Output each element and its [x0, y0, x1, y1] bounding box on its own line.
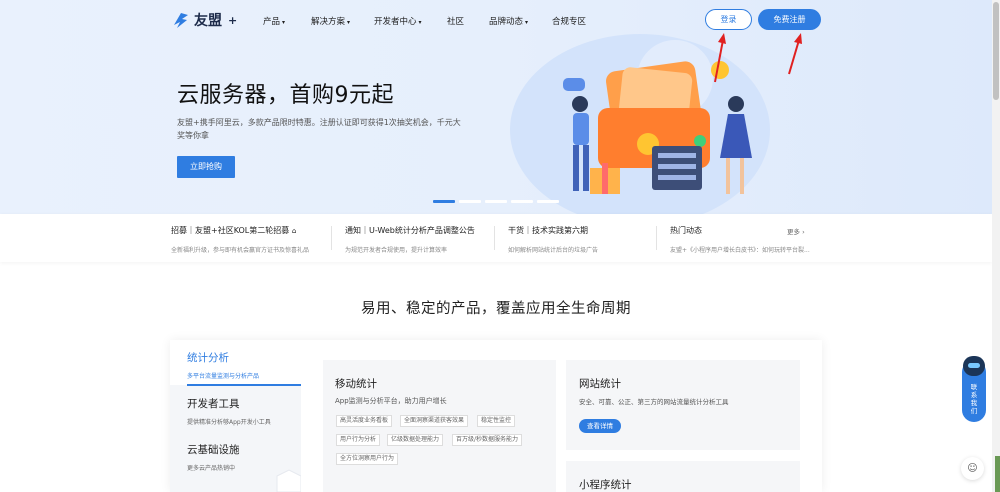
news-subtitle: 全新福利升级，参与即有机会赢官方证书及惊喜礼品 — [171, 247, 310, 254]
robot-icon — [963, 356, 985, 376]
logo-icon — [174, 13, 188, 28]
nav-item-label: 社区 — [447, 17, 465, 27]
login-button[interactable]: 登录 — [705, 9, 752, 30]
tab-subtitle: 多平台流量监测与分析产品 — [187, 373, 260, 380]
caret-down-icon: ▾ — [525, 19, 529, 26]
logo-plus: + — [228, 13, 238, 27]
news-title: 通知｜U-Web统计分析产品调整公告 — [345, 226, 475, 235]
feature-tag: 百万级/秒数据服务能力 — [452, 434, 523, 446]
cube-icon — [276, 469, 301, 492]
divider — [656, 226, 657, 250]
tab-title: 统计分析 — [187, 352, 229, 364]
card-description: App监测与分析平台，助力用户增长 — [335, 397, 447, 405]
tab-statistics[interactable]: 统计分析 多平台流量监测与分析产品 — [170, 340, 301, 386]
hero-banner: 友盟 + 产品 ▾ 解决方案 ▾ 开发者中心 ▾ 社区 品牌动态 ▾ 合规专区 登录 免… — [0, 0, 992, 214]
carousel-dot[interactable] — [433, 200, 455, 203]
tab-underline — [187, 384, 301, 386]
caret-down-icon: ▾ — [282, 19, 286, 26]
logo-text: 友盟 — [194, 13, 222, 29]
contact-label: 联系我们 — [970, 383, 978, 415]
news-item[interactable]: 招募｜友盟+社区KOL第二轮招募 ⌂ 全新福利升级，参与即有机会赢官方证书及惊喜… — [171, 225, 309, 254]
feature-tag: 亿级数据处理能力 — [387, 434, 444, 446]
lock-icon: ⌂ — [291, 227, 297, 235]
card-title: 移动统计 — [335, 378, 377, 390]
news-item[interactable]: 通知｜U-Web统计分析产品调整公告 为规范开发者合规使用，提升计算效率 — [345, 225, 475, 254]
tab-title: 开发者工具 — [187, 398, 240, 410]
view-details-button[interactable]: 查看详情 — [579, 419, 621, 433]
nav-item-brand-news[interactable]: 品牌动态 ▾ — [489, 15, 528, 27]
hero-description: 友盟+携手阿里云，多款产品限时特惠。注册认证即可获得1次抽奖机会，千元大奖等你拿 — [177, 118, 461, 140]
hero-title: 云服务器，首购9元起 — [177, 83, 394, 108]
more-link[interactable]: 更多 › — [787, 226, 805, 236]
chat-icon[interactable]: ☺ — [961, 457, 984, 480]
carousel-indicators — [433, 200, 559, 203]
product-card-miniprogram[interactable]: 小程序统计 — [566, 461, 800, 492]
nav-item-products[interactable]: 产品 ▾ — [263, 15, 285, 27]
red-arrow-icon — [788, 33, 802, 75]
logo[interactable]: 友盟 + — [172, 10, 237, 30]
feature-tag: 全方位洞察用户行为 — [336, 453, 399, 465]
news-subtitle: 友盟+《小程序用户增长白皮书》：如何玩转平台裂... — [670, 247, 810, 254]
feature-tag: 全面洞察渠道获客效果 — [400, 415, 469, 427]
news-subtitle: 如何解析网站统计后台的垃圾广告 — [508, 247, 599, 254]
buy-now-button[interactable]: 立即抢购 — [177, 156, 235, 178]
scrollbar[interactable] — [992, 0, 1000, 492]
product-card-mobile[interactable]: 移动统计 App监测与分析平台，助力用户增长 高灵活度业务看板 全面洞察渠道获客… — [323, 360, 556, 492]
nav-item-label: 品牌动态 — [489, 17, 524, 27]
nav-item-developer-center[interactable]: 开发者中心 ▾ — [374, 15, 422, 27]
news-item[interactable]: 干货｜技术实践第六期 如何解析网站统计后台的垃圾广告 — [508, 225, 598, 254]
register-button[interactable]: 免费注册 — [758, 9, 821, 30]
news-title: 干货｜技术实践第六期 — [508, 226, 588, 235]
tab-title: 云基础设施 — [187, 444, 240, 456]
nav-item-compliance[interactable]: 合规专区 — [552, 15, 586, 27]
tab-subtitle: 提供精准分析够App开发小工具 — [187, 419, 271, 426]
nav-item-solutions[interactable]: 解决方案 ▾ — [311, 15, 350, 27]
card-description: 安全、可靠、公正、第三方的网站流量统计分析工具 — [579, 398, 729, 406]
card-title: 小程序统计 — [579, 479, 632, 491]
carousel-dot[interactable] — [485, 200, 507, 203]
card-title: 网站统计 — [579, 378, 621, 390]
feature-tag: 稳定性监控 — [477, 415, 516, 427]
caret-down-icon: ▾ — [347, 19, 351, 26]
divider — [331, 226, 332, 250]
scroll-indicator — [995, 456, 1000, 492]
nav-item-label: 解决方案 — [311, 17, 346, 27]
carousel-dot[interactable] — [537, 200, 559, 203]
scrollbar-thumb[interactable] — [993, 2, 999, 100]
nav-item-label: 开发者中心 — [374, 17, 417, 27]
feature-tag: 用户行为分析 — [336, 434, 381, 446]
tab-developer-tools[interactable]: 开发者工具 提供精准分析够App开发小工具 — [170, 396, 301, 426]
news-bar: 招募｜友盟+社区KOL第二轮招募 ⌂ 全新福利升级，参与即有机会赢官方证书及惊喜… — [0, 214, 992, 262]
news-title: 招募｜友盟+社区KOL第二轮招募 ⌂ — [171, 226, 297, 235]
nav-item-label: 产品 — [263, 17, 281, 27]
red-arrow-icon — [714, 33, 726, 83]
caret-down-icon: ▾ — [418, 19, 422, 26]
section-title: 易用、稳定的产品，覆盖应用全生命周期 — [361, 301, 631, 317]
product-tabs: 统计分析 多平台流量监测与分析产品 开发者工具 提供精准分析够App开发小工具 … — [170, 340, 301, 492]
divider — [494, 226, 495, 250]
feature-tag: 高灵活度业务看板 — [336, 415, 393, 427]
top-nav: 友盟 + 产品 ▾ 解决方案 ▾ 开发者中心 ▾ 社区 品牌动态 ▾ 合规专区 登录 免… — [0, 0, 992, 40]
carousel-dot[interactable] — [459, 200, 481, 203]
carousel-dot[interactable] — [511, 200, 533, 203]
product-card-web[interactable]: 网站统计 安全、可靠、公正、第三方的网站流量统计分析工具 — [566, 360, 800, 450]
news-subtitle: 为规范开发者合规使用，提升计算效率 — [345, 247, 448, 254]
nav-item-label: 合规专区 — [552, 17, 587, 27]
nav-item-community[interactable]: 社区 — [447, 15, 464, 27]
